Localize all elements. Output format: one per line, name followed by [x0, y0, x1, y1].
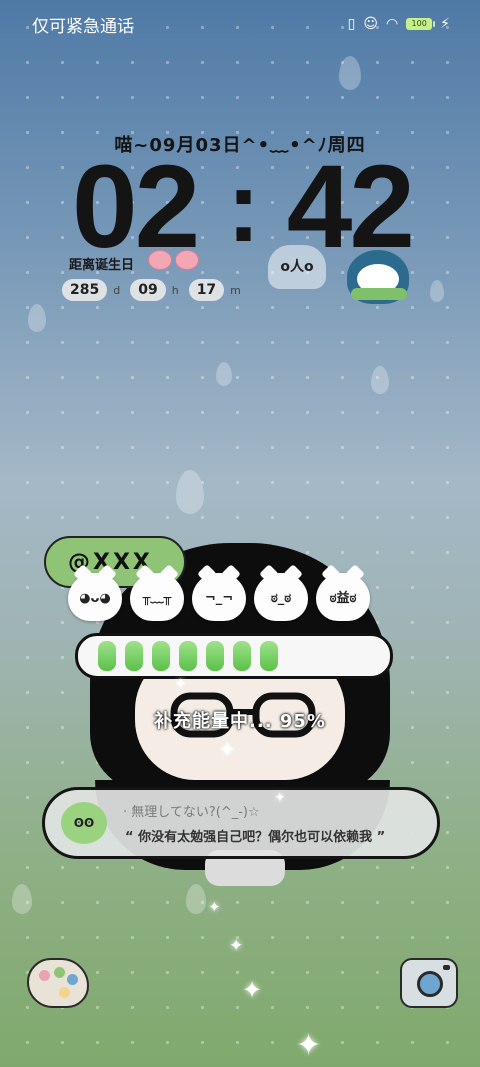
paint-dot	[54, 967, 65, 978]
minutes-unit: m	[230, 283, 241, 297]
sparkle-icon: ✦	[296, 1028, 322, 1063]
sparkle-icon: ✦	[229, 936, 244, 956]
emergency-call-text: 仅可紧急通话	[32, 16, 134, 37]
frog-avatar: ʘʘ	[61, 802, 107, 844]
palette-icon[interactable]	[27, 958, 89, 1008]
sparkle-icon: ✦	[208, 898, 221, 916]
emoji-cat-row: ◕ᴗ◕ ╥﹏╥ ¬_¬ ಠ_ಠ ಠ益ಠ	[68, 573, 370, 621]
birthday-label: 距离诞生日	[69, 258, 135, 273]
sparkle-icon: ✦	[274, 790, 286, 806]
progress-segment	[152, 641, 170, 671]
raindrop-icon	[371, 366, 389, 394]
pig-icon	[175, 250, 199, 270]
raindrop-icon	[339, 56, 361, 90]
progress-segment	[206, 641, 224, 671]
vibrate-icon: ▯	[347, 16, 356, 32]
raindrop-icon	[216, 362, 232, 386]
message-subtitle: · 無理してない?(^_-)☆	[123, 805, 260, 820]
heart-face-bubble: o人o	[268, 245, 326, 289]
raindrop-icon	[186, 884, 206, 914]
hours-unit: h	[171, 283, 179, 297]
countdown-minutes: 17	[188, 279, 225, 301]
annoyed-cat-icon: ¬_¬	[192, 573, 246, 621]
battery-icon: 100	[406, 18, 436, 30]
charging-icon: ⚡	[440, 16, 450, 32]
progress-segment	[98, 641, 116, 671]
status-icons: ▯ ☺ ◠ 100 ⚡	[348, 16, 450, 32]
countdown-days: 285	[62, 279, 108, 301]
progress-segment	[233, 641, 251, 671]
sparkle-icon: ✦	[218, 738, 237, 763]
raindrop-icon	[28, 304, 46, 332]
message-text: “ 你没有太勉强自己吧？偶尔也可以依赖我 ”	[125, 830, 386, 845]
paint-dot	[67, 974, 78, 985]
birthday-countdown: 285 d 09 h 17 m	[62, 279, 247, 301]
message-icon: ☺	[363, 16, 378, 32]
paint-dot	[39, 970, 50, 981]
days-unit: d	[113, 283, 121, 297]
clock-hour: 02	[72, 141, 200, 273]
crying-cat-icon: ╥﹏╥	[130, 573, 184, 621]
clock-separator: :	[226, 151, 260, 263]
angry-cat-icon: ಠ益ಠ	[316, 573, 370, 621]
happy-cat-icon: ◕ᴗ◕	[68, 573, 122, 621]
wifi-icon: ◠	[385, 16, 399, 32]
camera-icon[interactable]	[400, 958, 458, 1008]
paint-dot	[59, 987, 70, 998]
sparkle-icon: ✦	[174, 674, 188, 693]
raindrop-icon	[430, 280, 444, 302]
raindrop-icon	[12, 884, 32, 914]
charge-status-text: 补充能量中... 95%	[154, 711, 326, 732]
sweat-cat-icon: ಠ_ಠ	[254, 573, 308, 621]
progress-segment	[125, 641, 143, 671]
sparkle-icon: ✦	[242, 976, 263, 1004]
countdown-hours: 09	[130, 279, 166, 301]
message-card: ʘʘ · 無理してない?(^_-)☆ “ 你没有太勉强自己吧？偶尔也可以依赖我 …	[42, 787, 440, 859]
penguin-icon	[347, 250, 409, 304]
progress-segment	[260, 641, 278, 671]
progress-segment	[179, 641, 197, 671]
status-bar: 仅可紧急通话 ▯ ☺ ◠ 100 ⚡	[0, 0, 480, 48]
charge-progress-bar	[75, 633, 393, 679]
pig-icon	[148, 250, 172, 270]
clock: 02 : 42	[72, 141, 415, 273]
